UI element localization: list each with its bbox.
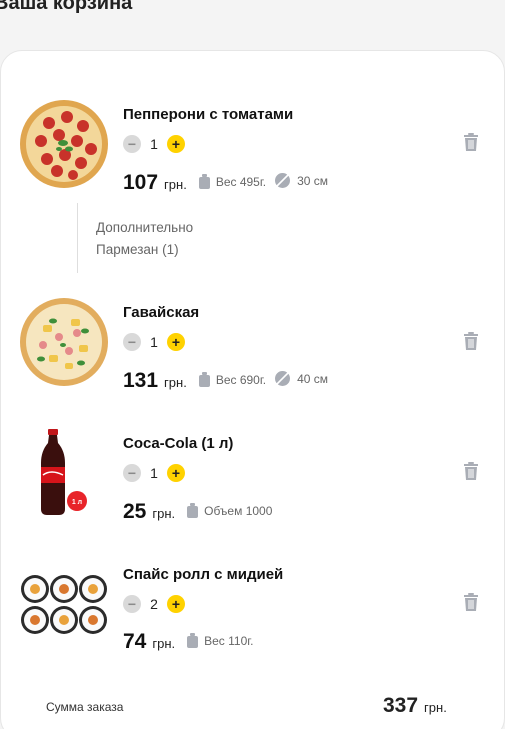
extras-title: Дополнительно xyxy=(96,220,194,235)
item-price: 74 xyxy=(123,630,147,653)
increase-button[interactable]: + xyxy=(167,595,185,613)
quantity-value: 2 xyxy=(150,596,158,612)
decrease-button[interactable]: − xyxy=(123,135,141,153)
increase-button[interactable]: + xyxy=(167,333,185,351)
item-currency: грн. xyxy=(152,636,176,651)
increase-button[interactable]: + xyxy=(167,464,185,482)
trash-icon[interactable] xyxy=(463,462,479,480)
coca-cola-bottle-image: 1 л xyxy=(41,429,87,515)
decrease-button[interactable]: − xyxy=(123,595,141,613)
quantity-stepper: − 1 + xyxy=(123,464,185,482)
item-weight: Вес 110г. xyxy=(187,633,254,648)
item-volume: Объем 1000 xyxy=(187,503,272,518)
weight-icon xyxy=(187,503,199,518)
hawaiian-pizza-image xyxy=(20,298,108,386)
extras-item: Пармезан (1) xyxy=(96,242,179,257)
item-price: 25 xyxy=(123,500,147,523)
order-sum-total: 337 грн. xyxy=(383,694,447,718)
price-row: 107 грн. Вес 495г. 30 см xyxy=(123,171,328,195)
trash-icon[interactable] xyxy=(463,133,479,151)
item-weight-text: Вес 110г. xyxy=(204,633,254,648)
item-weight: Вес 690г. xyxy=(198,372,267,387)
item-size: 40 см xyxy=(274,370,328,387)
quantity-stepper: − 1 + xyxy=(123,333,185,351)
item-currency: грн. xyxy=(152,506,176,521)
item-currency: грн. xyxy=(164,375,187,390)
item-weight: Вес 495г. xyxy=(198,174,267,189)
item-size-text: 40 см xyxy=(297,371,329,386)
quantity-value: 1 xyxy=(150,136,158,152)
quantity-stepper: − 2 + xyxy=(123,595,185,613)
item-price: 131 xyxy=(123,369,159,392)
price-row: 74 грн. Вес 110г. xyxy=(123,630,254,654)
item-size: 30 см xyxy=(274,172,328,189)
price-row: 25 грн. Объем 1000 xyxy=(123,500,272,524)
trash-icon[interactable] xyxy=(463,332,479,350)
pepperoni-pizza-image xyxy=(20,100,108,188)
price-row: 131 грн. Вес 690г. 40 см xyxy=(123,369,328,393)
diameter-icon xyxy=(275,173,291,188)
trash-icon[interactable] xyxy=(463,593,479,611)
item-weight-text: Вес 690г. xyxy=(215,372,267,387)
item-name: Coca-Cola (1 л) xyxy=(123,435,234,452)
item-name: Пепперони с томатами xyxy=(123,106,294,123)
item-size-text: 30 см xyxy=(297,173,329,188)
quantity-stepper: − 1 + xyxy=(123,135,185,153)
quantity-value: 1 xyxy=(150,334,158,350)
item-name: Гавайская xyxy=(123,304,200,321)
weight-icon xyxy=(198,174,210,189)
order-sum-currency: грн. xyxy=(424,700,447,715)
cart-panel: Пепперони с томатами − 1 + 107 грн. Вес … xyxy=(0,50,505,729)
item-price: 107 xyxy=(123,171,159,194)
item-volume-text: Объем 1000 xyxy=(204,503,273,518)
weight-icon xyxy=(187,633,199,648)
order-sum-label: Сумма заказа xyxy=(46,700,124,714)
weight-icon xyxy=(198,372,210,387)
decrease-button[interactable]: − xyxy=(123,333,141,351)
item-weight-text: Вес 495г. xyxy=(215,174,267,189)
increase-button[interactable]: + xyxy=(167,135,185,153)
volume-badge: 1 л xyxy=(72,499,82,506)
page-title: Ваша корзина xyxy=(0,0,133,14)
order-sum-value: 337 xyxy=(383,694,419,717)
item-currency: грн. xyxy=(164,177,187,192)
item-name: Спайс ролл с мидией xyxy=(123,566,284,583)
decrease-button[interactable]: − xyxy=(123,464,141,482)
diameter-icon xyxy=(275,371,291,386)
quantity-value: 1 xyxy=(150,465,158,481)
sushi-roll-image xyxy=(21,575,107,634)
item-extras: Дополнительно Пармезан (1) xyxy=(77,203,193,273)
